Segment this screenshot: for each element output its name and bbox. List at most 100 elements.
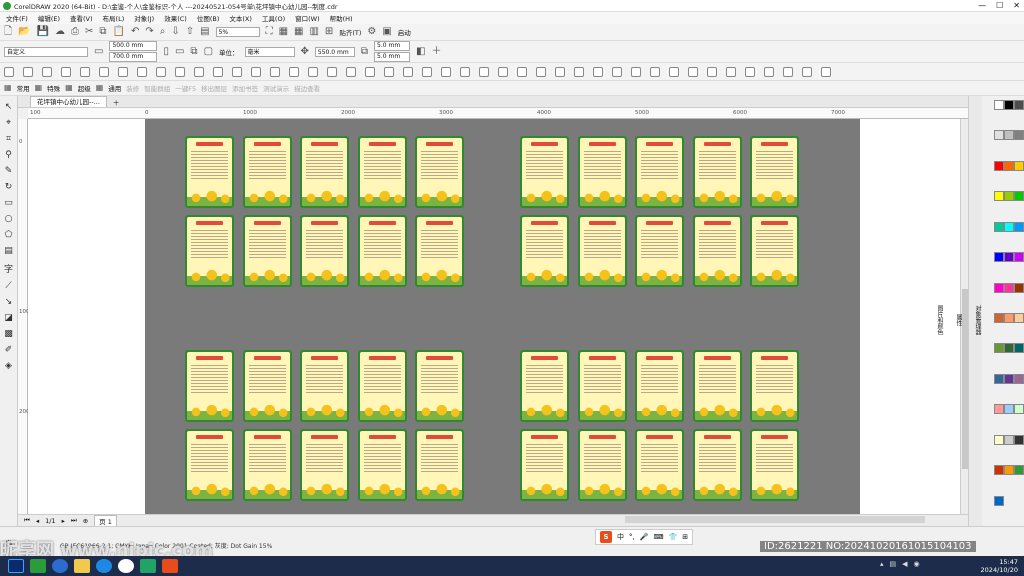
sign-board[interactable]: [185, 136, 234, 208]
sign-board[interactable]: [692, 215, 742, 287]
plugin-tool-icon[interactable]: [99, 66, 109, 77]
rulers-icon[interactable]: ▦: [279, 27, 288, 37]
ime-mode[interactable]: 中: [617, 532, 624, 542]
color-swatch[interactable]: [1004, 343, 1014, 354]
plugin-menu-common[interactable]: 常用: [17, 83, 30, 93]
export-icon[interactable]: ⇧: [186, 27, 194, 37]
k-app-taskbar-icon[interactable]: [96, 559, 112, 573]
color-swatch[interactable]: [1014, 130, 1024, 141]
sign-board[interactable]: [635, 215, 684, 287]
units-select[interactable]: 毫米: [244, 46, 295, 57]
sign-board[interactable]: [692, 350, 742, 422]
sign-board[interactable]: [577, 350, 627, 422]
skin-icon[interactable]: 👕: [669, 533, 678, 541]
sign-board[interactable]: [750, 136, 799, 208]
color-swatch[interactable]: [994, 130, 1004, 141]
undo-icon[interactable]: ↶: [131, 27, 139, 37]
fill-tool-icon[interactable]: ◈: [5, 361, 12, 371]
color-swatch[interactable]: [1004, 404, 1014, 415]
plugin-tool-icon[interactable]: [251, 66, 261, 77]
dimension-tool-icon[interactable]: ⟋: [5, 281, 11, 291]
minimize-button[interactable]: —: [978, 0, 986, 12]
freehand-tool-icon[interactable]: ✎: [5, 166, 13, 176]
drawing-canvas[interactable]: [28, 119, 960, 514]
color-swatch[interactable]: [1014, 373, 1024, 384]
plugin-menu-general[interactable]: 通用: [108, 83, 121, 93]
docker-object-manager[interactable]: 对象管理器: [973, 305, 982, 335]
color-swatch[interactable]: [994, 312, 1004, 323]
color-swatch[interactable]: [1004, 130, 1014, 141]
plugin-tool-icon[interactable]: [346, 66, 356, 77]
menu-text[interactable]: 文本(X): [229, 13, 252, 23]
plugin-tool-icon[interactable]: [61, 66, 71, 77]
color-swatch[interactable]: [994, 282, 1004, 293]
current-page-icon[interactable]: ▢: [204, 46, 213, 57]
treat-as-filled-icon[interactable]: ◧: [416, 46, 425, 57]
color-swatch[interactable]: [1004, 160, 1014, 171]
plugin-tool-icon[interactable]: [821, 66, 831, 77]
menu-layout[interactable]: 布局(L): [103, 13, 125, 23]
sign-board[interactable]: [750, 350, 799, 422]
plugin-tool-icon[interactable]: [498, 66, 508, 77]
sign-board[interactable]: [300, 429, 349, 501]
pick-tool-icon[interactable]: ↖: [5, 102, 13, 112]
shadow-tool-icon[interactable]: ◪: [4, 313, 13, 323]
plugin-tool-icon[interactable]: [555, 66, 565, 77]
sogou-icon[interactable]: S: [600, 531, 612, 543]
plugin-menu-special[interactable]: 特殊: [47, 83, 60, 93]
menu-help[interactable]: 帮助(H): [330, 13, 353, 23]
browser-taskbar-icon[interactable]: [52, 559, 68, 573]
plugin-tool-icon[interactable]: [23, 66, 33, 77]
new-document-icon[interactable]: 🗋: [4, 27, 12, 37]
sign-board[interactable]: [635, 429, 684, 501]
fullscreen-icon[interactable]: ⛶: [266, 27, 273, 37]
sign-board[interactable]: [242, 215, 292, 287]
sign-board[interactable]: [357, 215, 407, 287]
plugin-tool-icon[interactable]: [365, 66, 375, 77]
plugin-tool-icon[interactable]: [612, 66, 622, 77]
color-swatch[interactable]: [1014, 404, 1024, 415]
system-clock[interactable]: 15:47 2024/10/20: [981, 558, 1018, 574]
color-swatch[interactable]: [1004, 373, 1014, 384]
sign-board[interactable]: [692, 429, 742, 501]
ellipse-tool-icon[interactable]: ○: [5, 214, 13, 224]
new-tab-icon[interactable]: ＋: [113, 97, 120, 107]
paste-icon[interactable]: 📋: [112, 27, 124, 37]
plugin-menu-remove-layer[interactable]: 移出图层: [201, 83, 227, 93]
page-width-field[interactable]: 500.0 mm: [109, 41, 158, 51]
print-icon[interactable]: ⎙: [71, 27, 79, 37]
color-swatch[interactable]: [1014, 191, 1024, 202]
table-tool-icon[interactable]: ▤: [4, 246, 13, 256]
keyboard-icon[interactable]: ⌨: [653, 533, 663, 541]
crop-tool-icon[interactable]: ⌗: [6, 134, 11, 144]
color-swatch[interactable]: [1014, 252, 1024, 263]
snap-to-button[interactable]: 贴齐(T): [339, 27, 361, 37]
color-swatch[interactable]: [1014, 434, 1024, 445]
coreldraw-taskbar-icon[interactable]: [30, 559, 46, 573]
spreadsheet-taskbar-icon[interactable]: [140, 559, 156, 573]
explorer-taskbar-icon[interactable]: [74, 559, 90, 573]
duplicate-y-field[interactable]: 5.0 mm: [374, 52, 411, 62]
add-page-icon[interactable]: ⊕: [83, 517, 88, 525]
color-swatch[interactable]: [994, 465, 1004, 476]
next-page-icon[interactable]: ▸: [62, 517, 65, 525]
sign-board[interactable]: [635, 136, 684, 208]
page-preset-select[interactable]: 自定义: [4, 46, 88, 57]
plugin-tool-icon[interactable]: [783, 66, 793, 77]
plugin-tool-icon[interactable]: [479, 66, 489, 77]
eyedropper-icon[interactable]: ✐: [5, 345, 13, 355]
sign-board[interactable]: [357, 429, 407, 501]
all-pages-icon[interactable]: ⧉: [190, 46, 197, 57]
sign-board[interactable]: [577, 136, 627, 208]
connector-tool-icon[interactable]: ↘: [5, 297, 13, 307]
app-taskbar-icon[interactable]: [118, 559, 134, 573]
menu-file[interactable]: 文件(F): [6, 13, 28, 23]
plugin-tool-icon[interactable]: [118, 66, 128, 77]
maximize-button[interactable]: ☐: [996, 0, 1003, 12]
zoom-tool-icon[interactable]: ⚲: [5, 150, 12, 160]
color-swatch[interactable]: [1004, 100, 1014, 110]
guidelines-icon[interactable]: ▥: [309, 27, 318, 37]
sign-board[interactable]: [520, 136, 569, 208]
zoom-level-field[interactable]: 5%: [215, 27, 260, 37]
redo-icon[interactable]: ↷: [145, 27, 153, 37]
